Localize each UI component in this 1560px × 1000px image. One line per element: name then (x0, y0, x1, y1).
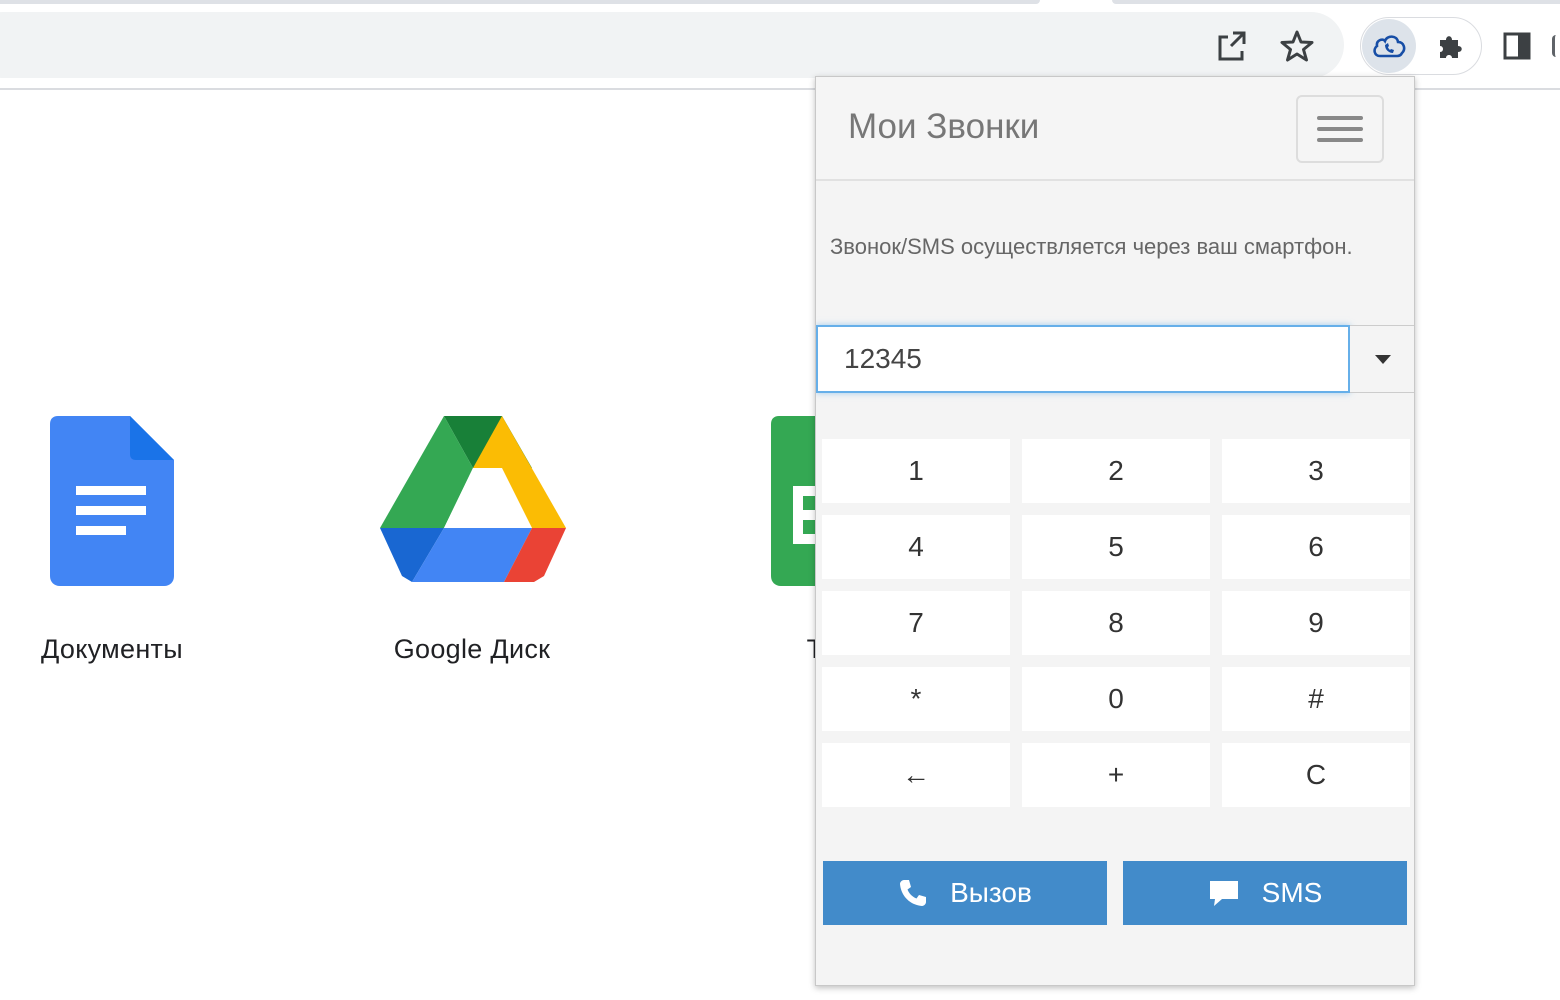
hamburger-icon (1317, 116, 1363, 120)
key-plus[interactable]: + (1022, 743, 1210, 807)
calls-popup: Мои Звонки Звонок/SMS осуществляется чер… (815, 76, 1415, 986)
sms-button-label: SMS (1261, 877, 1323, 908)
popup-title: Мои Звонки (848, 107, 1040, 146)
key-6[interactable]: 6 (1222, 515, 1410, 579)
tab-edge (1112, 0, 1560, 4)
share-icon[interactable] (1210, 24, 1254, 68)
popup-header: Мои Звонки (816, 77, 1414, 181)
caret-down-icon (1374, 354, 1391, 364)
info-text: Звонок/SMS осуществляется через ваш смар… (830, 234, 1353, 259)
chat-bubble-icon (1209, 881, 1238, 906)
key-7[interactable]: 7 (822, 591, 1010, 655)
key-5[interactable]: 5 (1022, 515, 1210, 579)
shortcut-label: Google Диск (393, 634, 551, 664)
key-1[interactable]: 1 (822, 439, 1010, 503)
number-dropdown-button[interactable] (1350, 325, 1414, 393)
key-hash[interactable]: # (1222, 667, 1410, 731)
call-button[interactable]: Вызов (823, 861, 1107, 925)
key-4[interactable]: 4 (822, 515, 1010, 579)
puzzle-icon[interactable] (1430, 24, 1474, 68)
cloud-phone-icon[interactable] (1362, 19, 1416, 73)
shortcut-docs[interactable]: Документы (0, 410, 242, 690)
sms-button[interactable]: SMS (1123, 861, 1407, 925)
side-panel-icon[interactable] (1495, 24, 1539, 68)
shortcut-drive[interactable]: Google Диск (342, 410, 602, 690)
star-icon[interactable] (1275, 24, 1319, 68)
key-9[interactable]: 9 (1222, 591, 1410, 655)
phone-number-input[interactable] (816, 325, 1350, 393)
key-8[interactable]: 8 (1022, 591, 1210, 655)
key-2[interactable]: 2 (1022, 439, 1210, 503)
tab-strip (0, 0, 1560, 10)
call-button-label: Вызов (950, 877, 1032, 908)
hamburger-icon (1317, 127, 1363, 131)
hamburger-icon (1317, 138, 1363, 142)
key-3[interactable]: 3 (1222, 439, 1410, 503)
key-star[interactable]: * (822, 667, 1010, 731)
key-backspace[interactable]: ← (822, 743, 1010, 807)
tab-edge (0, 0, 1040, 4)
key-clear[interactable]: C (1222, 743, 1410, 807)
google-docs-icon (50, 416, 174, 586)
address-bar[interactable] (0, 12, 1344, 78)
menu-edge[interactable] (1552, 35, 1560, 57)
google-drive-icon (380, 416, 566, 582)
menu-button[interactable] (1296, 95, 1384, 163)
key-0[interactable]: 0 (1022, 667, 1210, 731)
phone-icon (900, 880, 927, 906)
shortcut-label: Документы (41, 634, 183, 664)
